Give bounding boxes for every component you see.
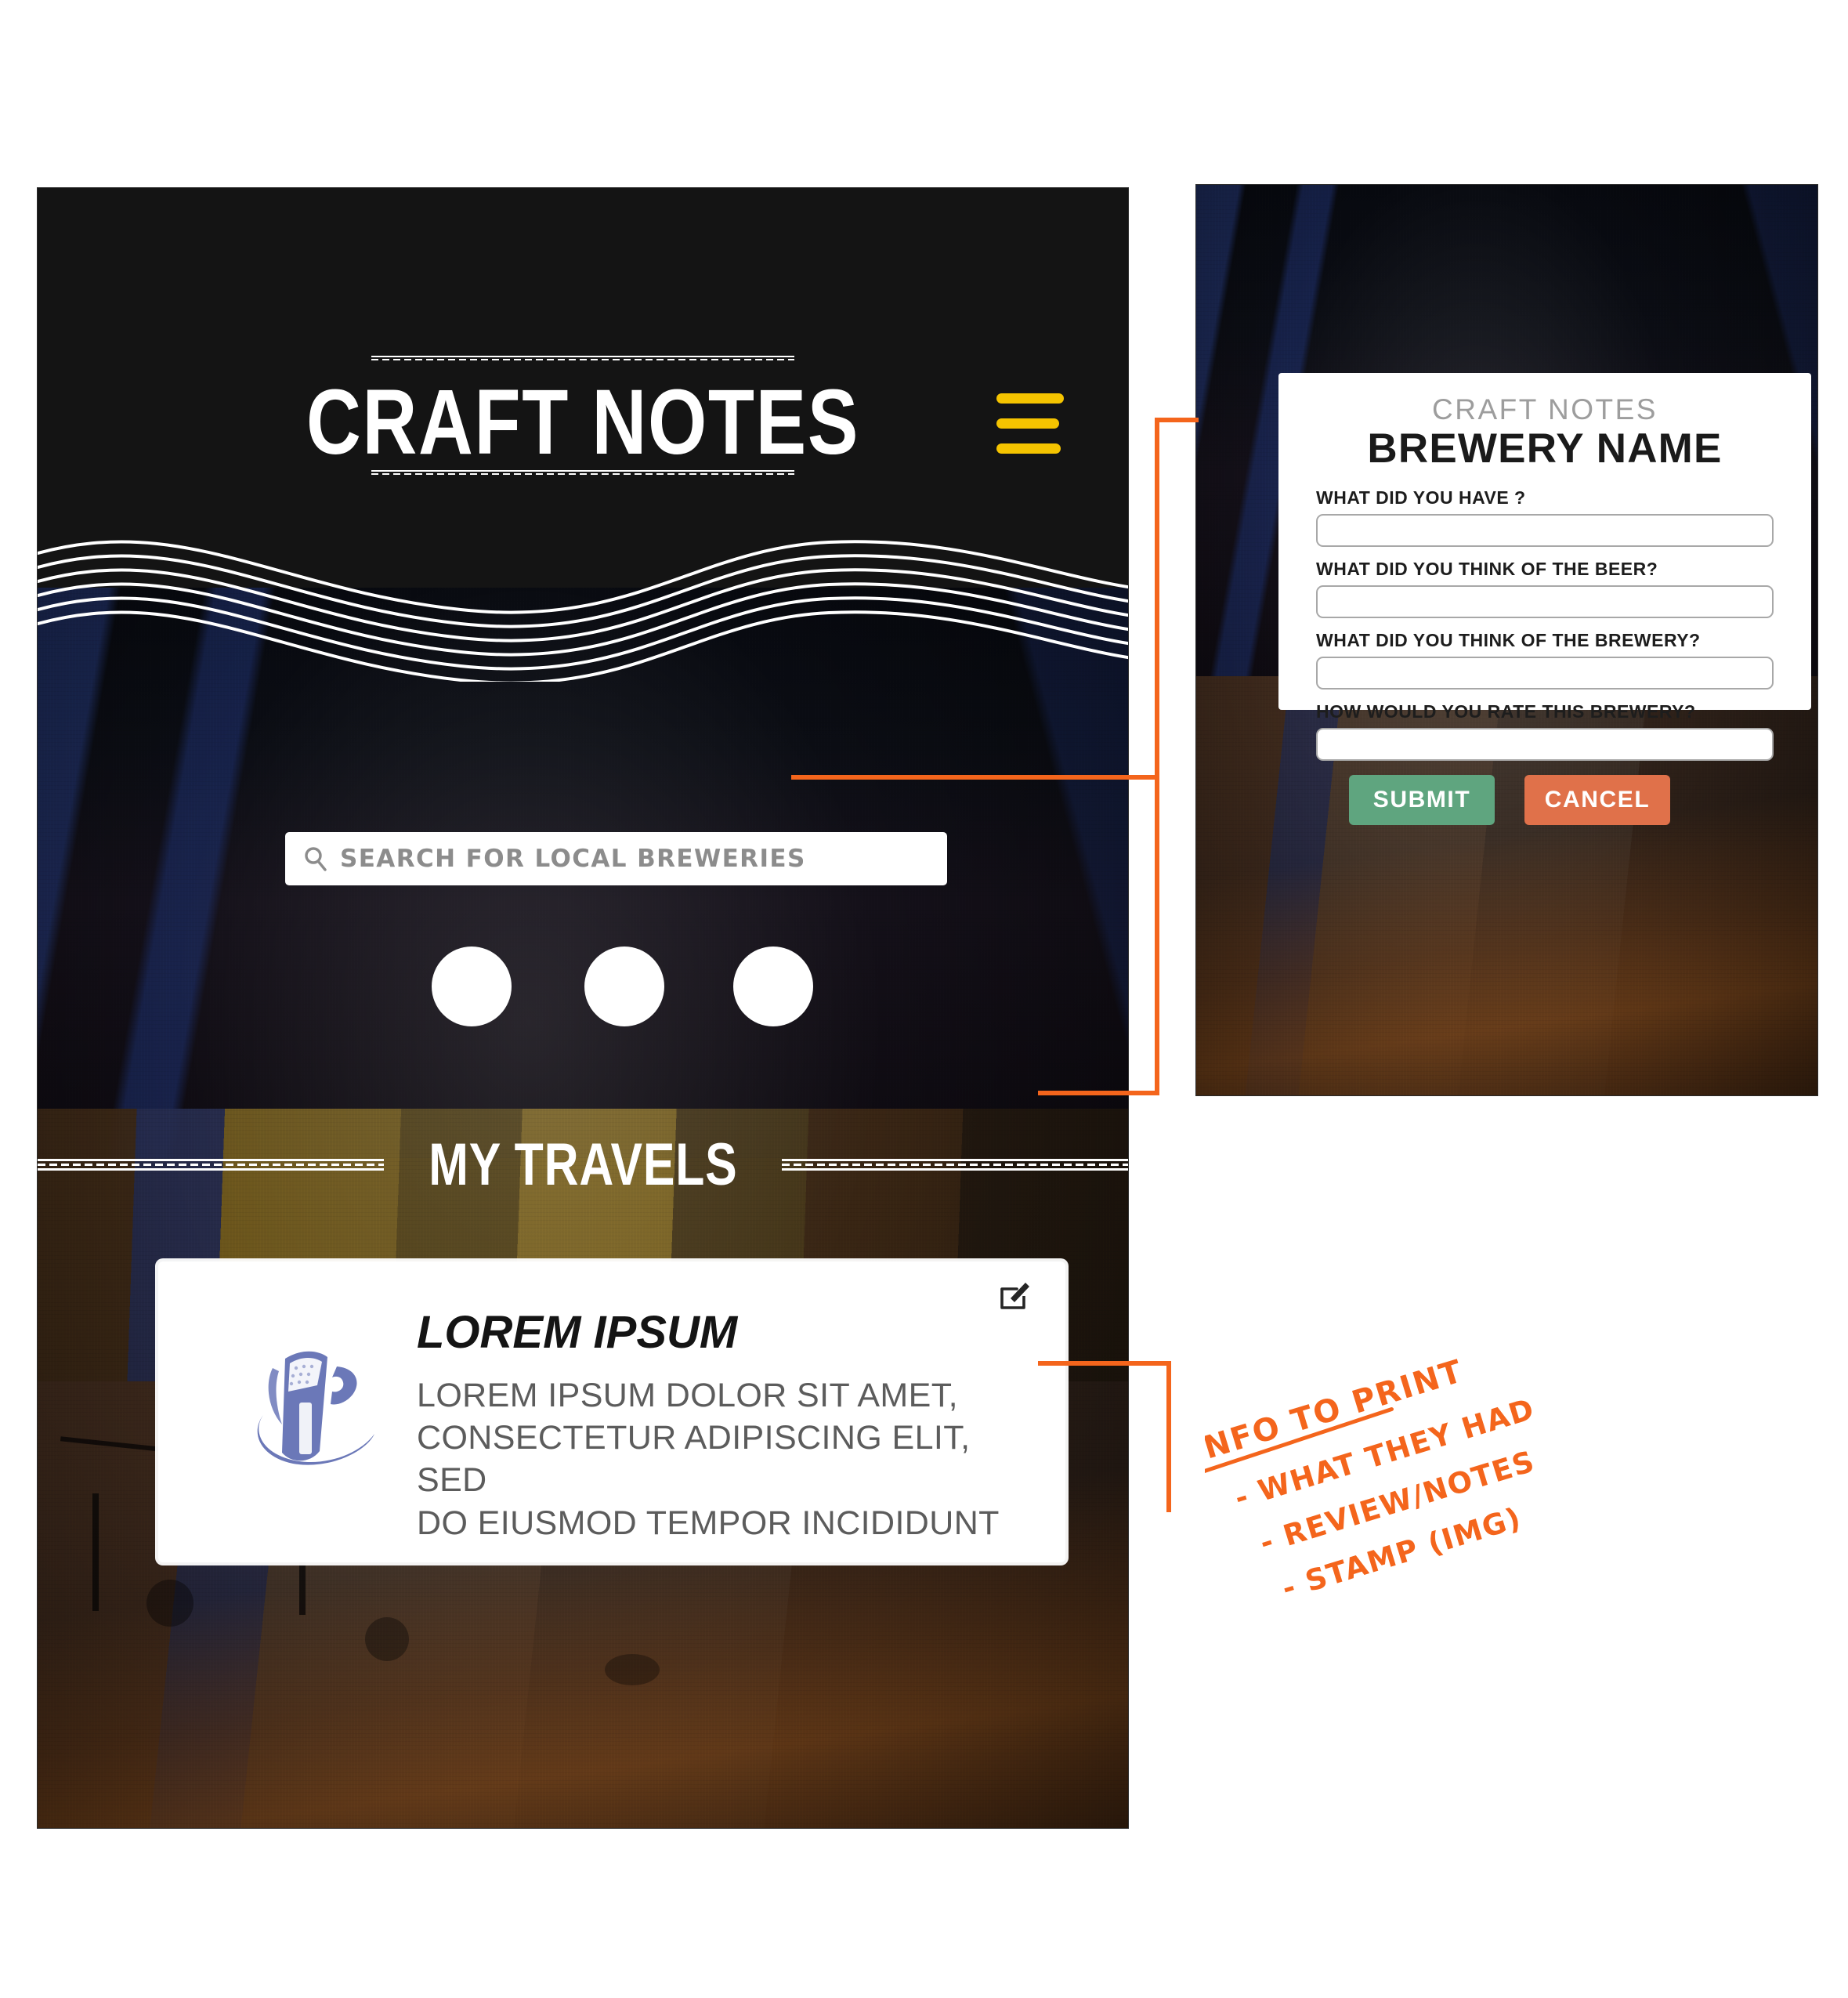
card-title: LOREM IPSUM: [417, 1307, 738, 1358]
cancel-button[interactable]: CANCEL: [1524, 775, 1670, 826]
section-rule-left: [38, 1159, 384, 1171]
input-think-of-beer[interactable]: [1316, 585, 1774, 619]
card-description: LOREM IPSUM DOLOR SIT AMET, CONSECTETUR …: [417, 1377, 1000, 1542]
avatar[interactable]: [432, 947, 512, 1026]
input-rate-brewery[interactable]: [1316, 728, 1774, 762]
beer-stamp-icon: [257, 1351, 374, 1465]
submit-button[interactable]: SUBMIT: [1349, 775, 1495, 826]
brewery-review-modal: CRAFT NOTES BREWERY NAME WHAT DID YOU HA…: [1278, 373, 1811, 826]
search-icon: [305, 847, 327, 871]
card-text-block: LOREM IPSUM LOREM IPSUM DOLOR SIT AMET, …: [417, 1310, 1003, 1544]
section-title: MY TRAVELS: [428, 1131, 738, 1198]
modal-actions: SUBMIT CANCEL: [1316, 775, 1774, 826]
hamburger-menu-icon[interactable]: [996, 393, 1064, 454]
modal-eyebrow: CRAFT NOTES: [1432, 393, 1658, 425]
brewery-photo-background: [38, 588, 1128, 1828]
travel-entry-card[interactable]: LOREM IPSUM LOREM IPSUM DOLOR SIT AMET, …: [158, 1261, 1065, 1562]
section-heading-my-travels: MY TRAVELS: [38, 1125, 1128, 1204]
field-label: WHAT DID YOU HAVE ?: [1316, 487, 1526, 509]
field-label: WHAT DID YOU THINK OF THE BREWERY?: [1316, 630, 1701, 651]
header-rule-top: [371, 356, 794, 360]
edit-pencil-icon[interactable]: [998, 1279, 1031, 1312]
field-rate-brewery: HOW WOULD YOU RATE THIS BREWERY?: [1316, 701, 1774, 762]
mobile-app-screen: CRAFT NOTES SEARCH FOR LOCAL BREWERIES M…: [38, 188, 1128, 1828]
input-think-of-brewery[interactable]: [1316, 657, 1774, 690]
field-what-did-you-have: WHAT DID YOU HAVE ?: [1316, 487, 1774, 548]
app-header: CRAFT NOTES: [38, 188, 1128, 588]
field-label: HOW WOULD YOU RATE THIS BREWERY?: [1316, 701, 1696, 722]
field-think-of-brewery: WHAT DID YOU THINK OF THE BREWERY?: [1316, 630, 1774, 690]
section-rule-right: [782, 1159, 1128, 1171]
photo-vignette: [38, 588, 1128, 1828]
field-think-of-beer: WHAT DID YOU THINK OF THE BEER?: [1316, 559, 1774, 619]
header-rule-bottom: [371, 470, 794, 475]
modal-screen: CRAFT NOTES BREWERY NAME WHAT DID YOU HA…: [1196, 185, 1817, 1095]
handwritten-annotation: INFO TO PRINT - WHAT THEY HAD - REVIEW/N…: [1205, 1353, 1539, 1605]
search-placeholder-text: SEARCH FOR LOCAL BREWERIES: [340, 845, 806, 873]
modal-title: BREWERY NAME: [1367, 425, 1723, 472]
page-title: CRAFT NOTES: [306, 371, 860, 474]
search-input[interactable]: SEARCH FOR LOCAL BREWERIES: [285, 832, 947, 885]
avatar[interactable]: [584, 947, 664, 1026]
field-label: WHAT DID YOU THINK OF THE BEER?: [1316, 559, 1658, 580]
avatar[interactable]: [733, 947, 813, 1026]
input-what-did-you-have[interactable]: [1316, 514, 1774, 548]
photo-canvas: [38, 588, 1128, 1828]
